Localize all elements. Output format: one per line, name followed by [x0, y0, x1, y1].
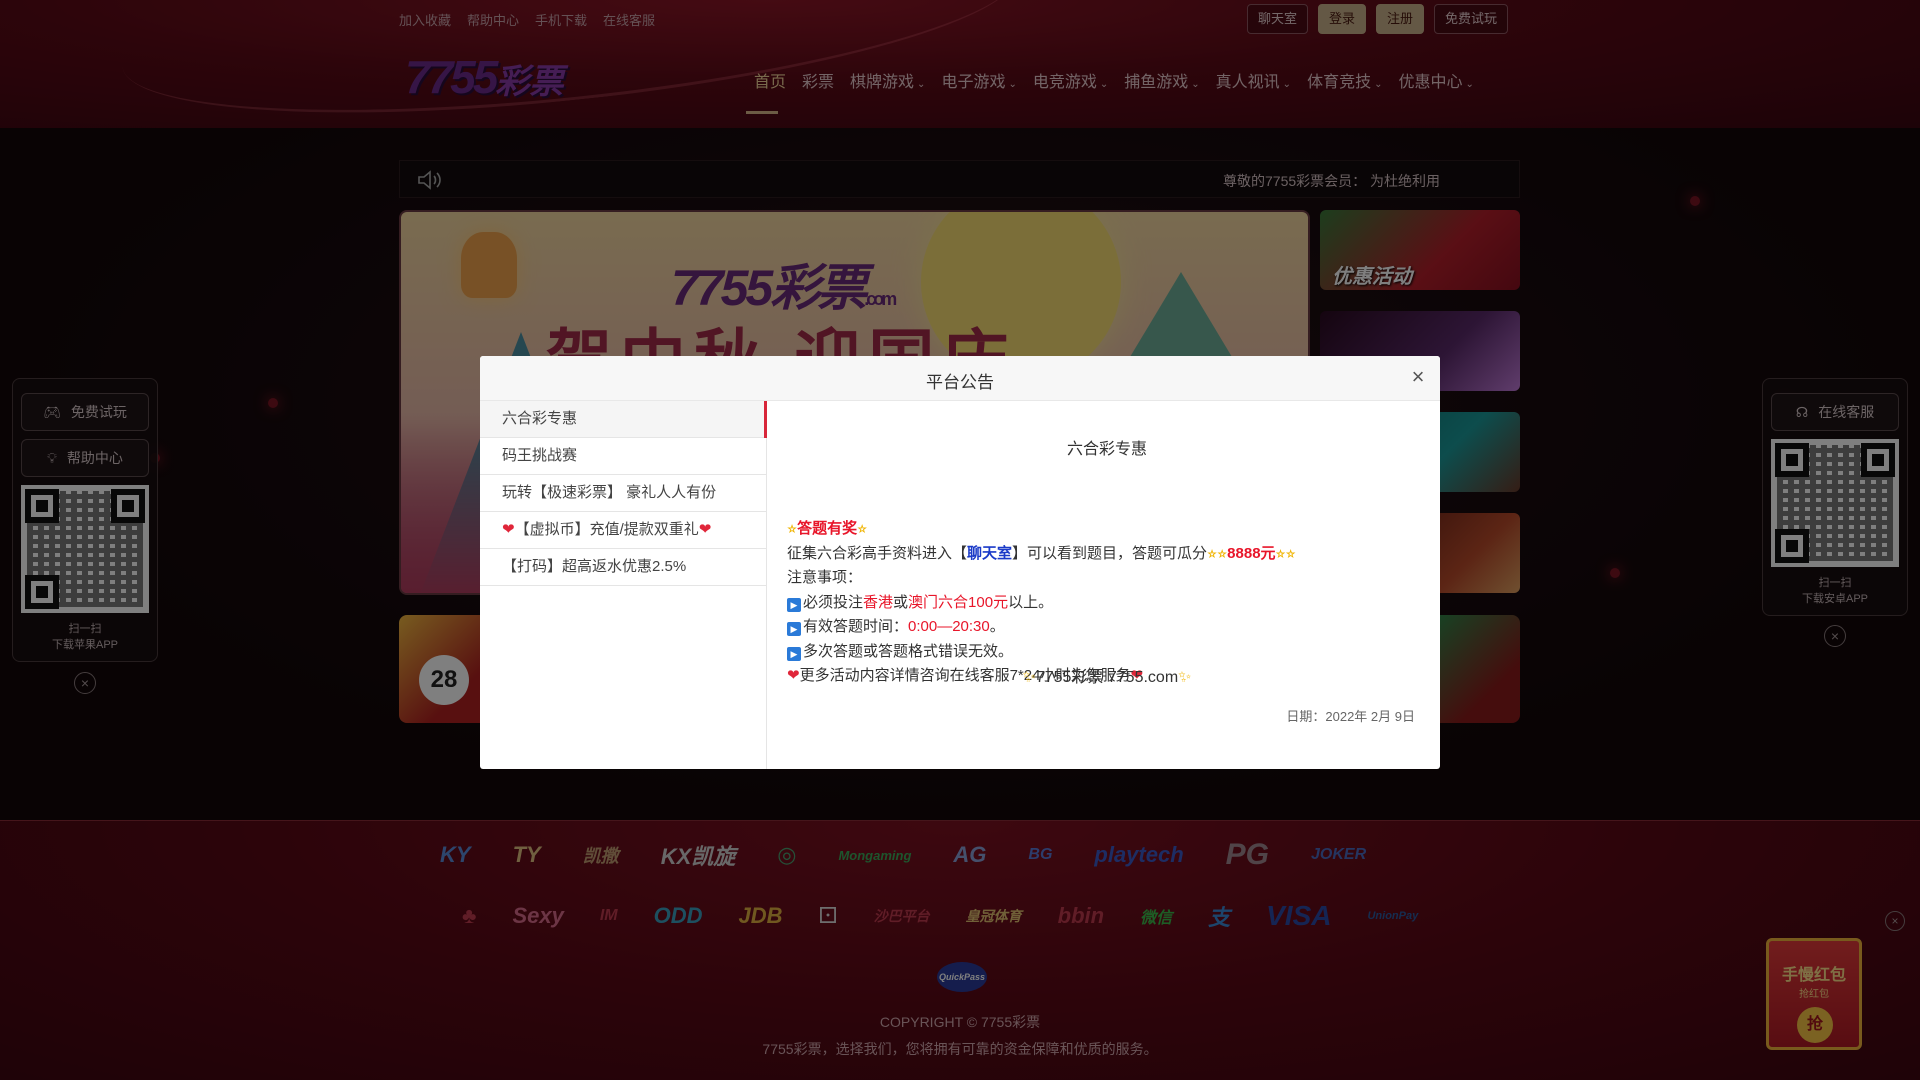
announcement-tab-label: 六合彩专惠: [502, 410, 578, 427]
note-text: 必须投注: [803, 593, 864, 611]
notes-label: 注意事项：: [787, 569, 863, 586]
announcement-title: 六合彩专惠: [1066, 441, 1147, 458]
note-text: 以上。: [1008, 593, 1054, 611]
modal-header: 平台公告 ×: [480, 356, 1440, 401]
intro-text: 】可以看到题目，答题可瓜分: [1012, 544, 1208, 562]
note-text: 有效答题时间：: [803, 618, 909, 635]
star-icon: ⭐︎: [1275, 544, 1286, 562]
macau-text: 澳门六合100元: [908, 593, 1009, 611]
announcement-tab[interactable]: 玩转【极速彩票】 豪礼人人有份: [480, 475, 766, 512]
star-icon: ⭐︎: [1207, 544, 1218, 562]
note-text: 多次答题或答题格式错误无效。: [803, 642, 1014, 660]
announcement-tab-label: 【打码】超高返水优惠2.5%: [502, 558, 687, 575]
announcement-tab[interactable]: ❤【虚拟币】充值/提款双重礼❤: [480, 512, 766, 549]
announcement-signature: ✨︎7755彩票 7755.com✨︎: [787, 663, 1427, 687]
announcement-tab-label: 【虚拟币】充值/提款双重礼: [514, 521, 699, 538]
chat-room-link[interactable]: 聊天室: [967, 545, 1012, 562]
prize-amount: 8888元: [1227, 544, 1276, 562]
announcement-tab[interactable]: 【打码】超高返水优惠2.5%: [480, 549, 766, 586]
note-line: ▶ 必须投注香港或澳门六合100元以上。: [787, 591, 1427, 616]
play-icon: ▶: [787, 622, 801, 636]
note-text: 或: [893, 593, 909, 611]
play-icon: ▶: [787, 646, 801, 661]
note-text: 。: [989, 618, 1005, 635]
star-icon: ⭐︎: [1285, 544, 1296, 562]
play-icon: ▶: [787, 597, 801, 612]
note-line: ▶ 多次答题或答题格式错误无效。: [787, 640, 1427, 665]
star-icon: ⭐︎: [857, 520, 868, 537]
modal-title: 平台公告: [926, 373, 994, 392]
headline-line: ⭐︎答题有奖⭐︎: [787, 517, 1427, 542]
announcement-modal: 平台公告 × 六合彩专惠 码王挑战赛 玩转【极速彩票】 豪礼人人有份 ❤【虚拟币…: [480, 356, 1440, 769]
star-icon: ⭐︎: [1217, 544, 1228, 562]
announcement-content: 六合彩专惠 ⭐︎答题有奖⭐︎ 征集六合彩高手资料进入【聊天室】可以看到题目，答题…: [787, 401, 1427, 769]
hk-text: 香港: [863, 593, 894, 611]
announcement-tab-label: 码王挑战赛: [502, 447, 578, 464]
close-icon[interactable]: ×: [1406, 366, 1430, 390]
heart-icon: ❤: [698, 521, 712, 538]
sparkle-icon: ✨︎: [1178, 669, 1192, 686]
intro-text: 征集六合彩高手资料进入【: [787, 544, 968, 562]
announcement-tab[interactable]: 码王挑战赛: [480, 438, 766, 475]
announcement-tab[interactable]: 六合彩专惠: [480, 401, 767, 438]
announcement-list: 六合彩专惠 码王挑战赛 玩转【极速彩票】 豪礼人人有份 ❤【虚拟币】充值/提款双…: [480, 401, 767, 769]
signature-text: 7755彩票 7755.com: [1035, 669, 1179, 686]
star-icon: ⭐︎: [787, 520, 798, 537]
intro-line: 征集六合彩高手资料进入【聊天室】可以看到题目，答题可瓜分⭐︎⭐︎8888元⭐︎⭐…: [787, 542, 1427, 567]
answer-time: 0:00—20:30: [908, 618, 990, 635]
announcement-date: 日期：2022年 2月 9日: [1286, 709, 1415, 724]
announcement-tab-label: 玩转【极速彩票】 豪礼人人有份: [502, 484, 717, 501]
note-line: ▶ 有效答题时间：0:00—20:30。: [787, 615, 1427, 640]
sparkle-icon: ✨︎: [1022, 669, 1036, 686]
heart-icon: ❤: [502, 521, 515, 538]
headline-text: 答题有奖: [797, 520, 858, 537]
